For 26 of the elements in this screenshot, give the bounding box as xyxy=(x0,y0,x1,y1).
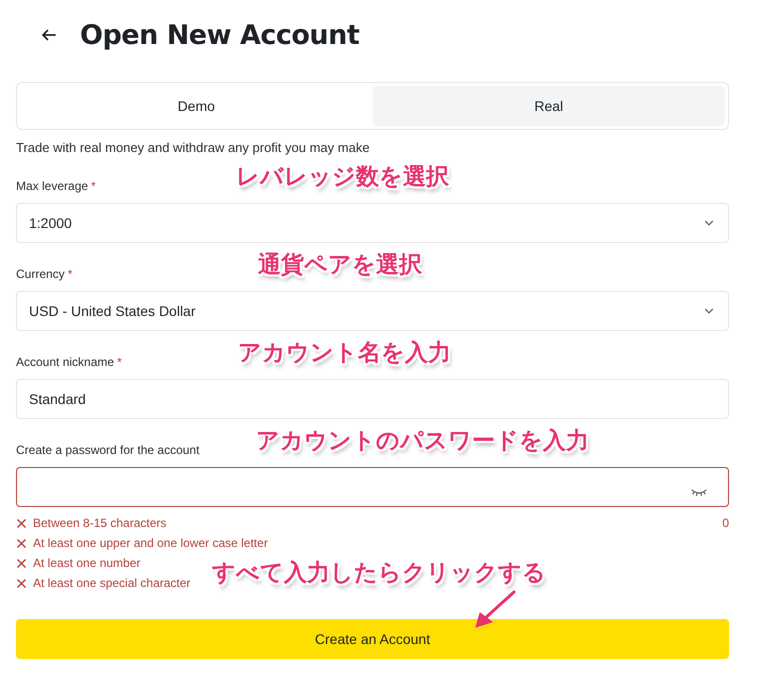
field-label: Currency xyxy=(16,267,65,281)
annotation-text: アカウント名を入力 xyxy=(238,339,451,368)
account-type-tab[interactable]: Real xyxy=(372,86,725,126)
password-rule: At least one special character xyxy=(33,576,190,590)
annotation-text: すべて入力したらクリックする xyxy=(212,559,546,588)
annotation-text: アカウントのパスワードを入力 xyxy=(256,427,589,456)
field-label: Create a password for the account xyxy=(16,443,200,457)
password-rule: Between 8-15 characters xyxy=(33,516,166,530)
select-field[interactable]: USD - United States Dollar xyxy=(16,291,729,331)
create-account-button[interactable]: Create an Account xyxy=(16,619,729,659)
required-mark: * xyxy=(68,267,72,281)
account-description: Trade with real money and withdraw any profit you may make xyxy=(16,140,371,155)
annotation-text: レバレッジ数を選択 xyxy=(236,163,449,192)
closed-eye-icon[interactable] xyxy=(691,488,707,498)
password-field[interactable] xyxy=(16,467,729,507)
character-count: 0 xyxy=(722,516,729,530)
field-label: Account nickname xyxy=(16,355,114,369)
page-title: Open New Account xyxy=(80,20,360,50)
annotation-text: 通貨ペアを選択 xyxy=(258,251,422,280)
password-rule: At least one upper and one lower case letter xyxy=(33,536,268,550)
field-label: Max leverage xyxy=(16,179,88,193)
required-mark: * xyxy=(117,355,122,369)
required-mark: * xyxy=(91,179,96,193)
input-field[interactable]: Standard xyxy=(16,379,729,419)
password-rule: At least one number xyxy=(33,556,140,570)
select-field[interactable]: 1:2000 xyxy=(16,203,729,243)
